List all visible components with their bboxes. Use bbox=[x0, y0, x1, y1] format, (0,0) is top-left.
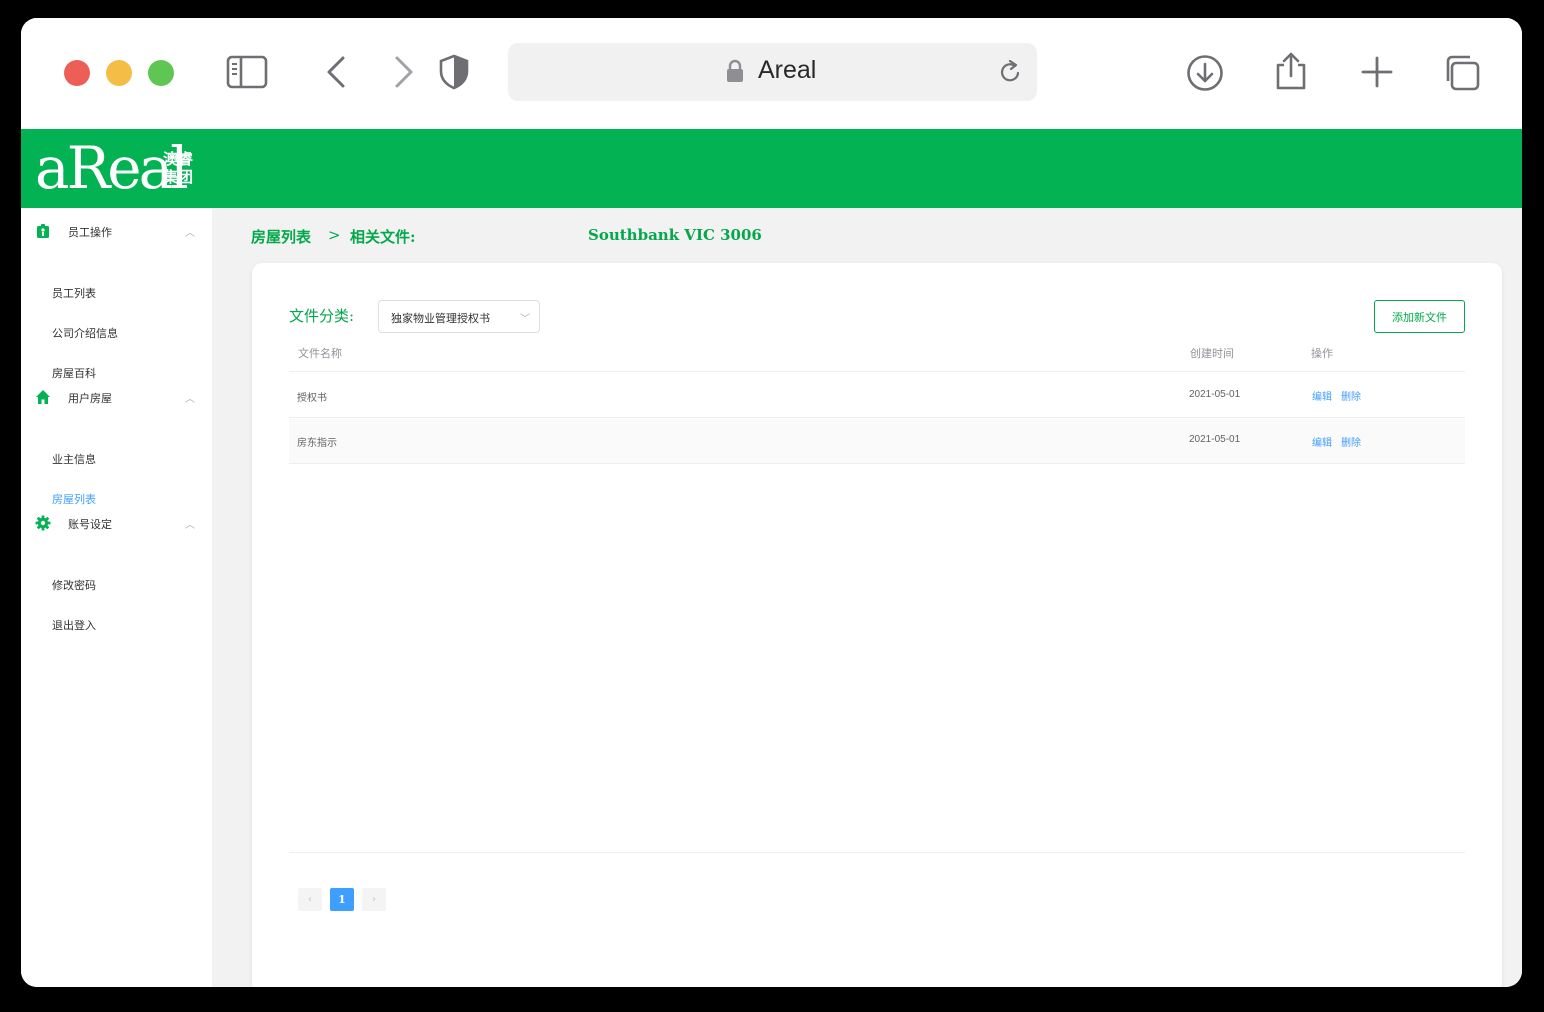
category-label: 文件分类: bbox=[289, 307, 355, 325]
file-name: 房东指示 bbox=[297, 438, 337, 449]
column-header-created: 创建时间 bbox=[1190, 347, 1234, 360]
files-card: 文件分类: 独家物业管理授权书 ﹀ 添加新文件 文件名称 创建时间 操作 授权书… bbox=[252, 263, 1502, 987]
new-tab-icon[interactable] bbox=[1361, 56, 1393, 88]
main-content: 房屋列表 > 相关文件: Southbank VIC 3006 文件分类: 独家… bbox=[212, 208, 1522, 987]
logo-chinese-name: 澳睿 集团 bbox=[163, 150, 203, 186]
close-window-button[interactable] bbox=[64, 60, 90, 86]
sidebar-item-change-password[interactable]: 修改密码 bbox=[52, 577, 96, 593]
delete-link[interactable]: 删除 bbox=[1341, 434, 1361, 449]
next-page-button[interactable]: › bbox=[362, 888, 386, 911]
column-header-actions: 操作 bbox=[1311, 347, 1333, 360]
category-select[interactable]: 独家物业管理授权书 ﹀ bbox=[378, 300, 540, 333]
delete-link[interactable]: 删除 bbox=[1341, 388, 1361, 403]
maximize-window-button[interactable] bbox=[148, 60, 174, 86]
sidebar-item-staff-list[interactable]: 员工列表 bbox=[52, 285, 96, 301]
sidebar-item-house-list[interactable]: 房屋列表 bbox=[52, 491, 96, 507]
sidebar-group-staff[interactable]: 员工操作 ︿ bbox=[21, 216, 212, 246]
sidebar-group-label: 账号设定 bbox=[68, 518, 112, 531]
sidebar-group-account[interactable]: 账号设定 ︿ bbox=[21, 508, 212, 538]
chevron-down-icon: ﹀ bbox=[520, 314, 530, 325]
shield-icon[interactable] bbox=[438, 54, 470, 90]
sidebar-item-company-info[interactable]: 公司介绍信息 bbox=[52, 325, 118, 341]
chevron-up-icon: ︿ bbox=[185, 520, 195, 531]
sidebar-item-owner-info[interactable]: 业主信息 bbox=[52, 451, 96, 467]
minimize-window-button[interactable] bbox=[106, 60, 132, 86]
download-icon[interactable] bbox=[1186, 54, 1224, 92]
browser-toolbar: Areal bbox=[21, 18, 1522, 129]
category-select-value: 独家物业管理授权书 bbox=[391, 312, 490, 325]
sidebar-group-label: 员工操作 bbox=[68, 226, 112, 239]
table-bottom-border bbox=[289, 852, 1465, 853]
tab-overview-icon[interactable] bbox=[1443, 54, 1481, 92]
gear-icon bbox=[35, 515, 51, 531]
sidebar-group-label: 用户房屋 bbox=[68, 392, 112, 405]
chevron-up-icon: ︿ bbox=[185, 228, 195, 239]
share-icon[interactable] bbox=[1274, 51, 1308, 91]
sidebar-item-logout[interactable]: 退出登入 bbox=[52, 617, 96, 633]
page-number-button[interactable]: 1 bbox=[330, 888, 354, 911]
breadcrumb-home[interactable]: 房屋列表 bbox=[251, 226, 311, 247]
column-header-name: 文件名称 bbox=[298, 347, 342, 360]
file-name: 授权书 bbox=[297, 393, 327, 404]
reload-icon[interactable] bbox=[998, 59, 1022, 89]
add-file-button[interactable]: 添加新文件 bbox=[1374, 300, 1465, 333]
browser-window: Areal aReal 澳睿 集团 员工操作 ︿ 员工列表 公司介绍信息 房屋百… bbox=[21, 18, 1522, 987]
edit-link[interactable]: 编辑 bbox=[1312, 388, 1332, 403]
property-address: Southbank VIC 3006 bbox=[588, 226, 762, 244]
forward-icon[interactable] bbox=[393, 55, 415, 89]
sidebar-toggle-icon[interactable] bbox=[226, 55, 268, 89]
home-icon bbox=[35, 389, 51, 405]
app-header: aReal 澳睿 集团 bbox=[21, 129, 1522, 208]
breadcrumb-current: 相关文件: bbox=[350, 228, 416, 246]
address-text: Areal bbox=[758, 56, 817, 84]
back-icon[interactable] bbox=[325, 55, 347, 89]
chevron-up-icon: ︿ bbox=[185, 394, 195, 405]
table-header: 文件名称 创建时间 操作 bbox=[289, 336, 1465, 372]
table-row: 房东指示 2021-05-01 编辑 删除 bbox=[289, 419, 1465, 464]
sidebar-item-house-wiki[interactable]: 房屋百科 bbox=[52, 365, 96, 381]
logo-chinese-line1: 澳睿 bbox=[163, 150, 194, 168]
logo-chinese-line2: 集团 bbox=[163, 168, 194, 186]
address-bar[interactable]: Areal bbox=[508, 43, 1037, 101]
edit-link[interactable]: 编辑 bbox=[1312, 434, 1332, 449]
badge-icon bbox=[35, 223, 51, 239]
sidebar: 员工操作 ︿ 员工列表 公司介绍信息 房屋百科 用户房屋 ︿ 业主信息 房屋列表… bbox=[21, 208, 212, 987]
file-created-date: 2021-05-01 bbox=[1189, 389, 1241, 400]
sidebar-group-user-houses[interactable]: 用户房屋 ︿ bbox=[21, 382, 212, 412]
breadcrumb-separator: > bbox=[328, 226, 341, 244]
prev-page-button[interactable]: ‹ bbox=[298, 888, 322, 911]
lock-icon bbox=[726, 59, 744, 87]
table-row: 授权书 2021-05-01 编辑 删除 bbox=[289, 373, 1465, 418]
file-created-date: 2021-05-01 bbox=[1189, 434, 1241, 445]
